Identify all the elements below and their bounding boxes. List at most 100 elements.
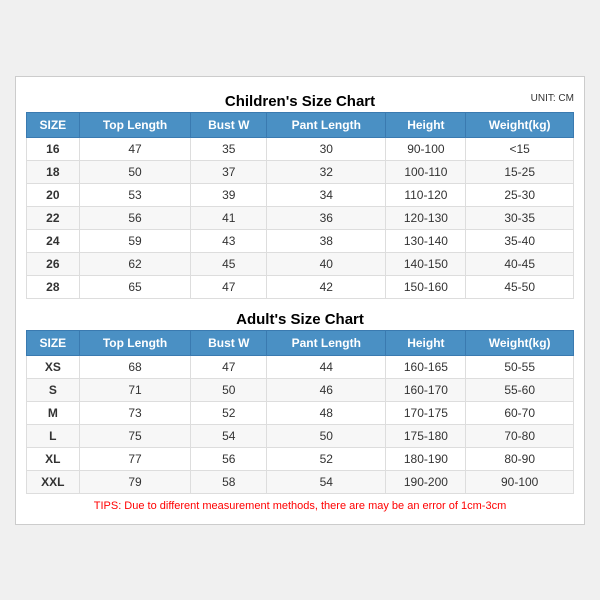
table-cell: 54	[267, 470, 386, 493]
table-cell: 34	[267, 183, 386, 206]
table-cell: 160-170	[386, 378, 466, 401]
table-cell: 58	[191, 470, 267, 493]
chart-container: Children's Size Chart UNIT: CM SIZE Top …	[15, 76, 585, 525]
table-cell: 50-55	[466, 355, 574, 378]
table-cell: 55-60	[466, 378, 574, 401]
table-cell: 44	[267, 355, 386, 378]
table-cell: 62	[79, 252, 191, 275]
table-cell: 77	[79, 447, 191, 470]
children-title: Children's Size Chart	[225, 93, 375, 110]
table-row: XS684744160-16550-55	[27, 355, 574, 378]
table-row: 26624540140-15040-45	[27, 252, 574, 275]
table-row: 20533934110-12025-30	[27, 183, 574, 206]
children-col-pant-length: Pant Length	[267, 112, 386, 137]
table-cell: 45-50	[466, 275, 574, 298]
table-row: XXL795854190-20090-100	[27, 470, 574, 493]
table-cell: 46	[267, 378, 386, 401]
table-cell: 18	[27, 160, 80, 183]
table-cell: 52	[267, 447, 386, 470]
table-cell: XL	[27, 447, 80, 470]
table-cell: 35	[191, 137, 267, 160]
table-cell: 170-175	[386, 401, 466, 424]
table-cell: 32	[267, 160, 386, 183]
table-cell: 45	[191, 252, 267, 275]
table-cell: 190-200	[386, 470, 466, 493]
children-col-height: Height	[386, 112, 466, 137]
adult-section-title: Adult's Size Chart	[26, 305, 574, 330]
table-cell: 150-160	[386, 275, 466, 298]
table-cell: 90-100	[386, 137, 466, 160]
table-row: L755450175-18070-80	[27, 424, 574, 447]
table-cell: 130-140	[386, 229, 466, 252]
table-cell: 24	[27, 229, 80, 252]
adult-table: SIZE Top Length Bust W Pant Length Heigh…	[26, 330, 574, 494]
table-cell: 52	[191, 401, 267, 424]
table-cell: 50	[267, 424, 386, 447]
table-cell: 50	[191, 378, 267, 401]
table-cell: 30-35	[466, 206, 574, 229]
table-cell: 35-40	[466, 229, 574, 252]
table-cell: 175-180	[386, 424, 466, 447]
table-cell: 47	[191, 275, 267, 298]
adult-header-row: SIZE Top Length Bust W Pant Length Heigh…	[27, 330, 574, 355]
table-row: 1647353090-100<15	[27, 137, 574, 160]
adult-col-pant-length: Pant Length	[267, 330, 386, 355]
table-cell: 56	[79, 206, 191, 229]
table-cell: 56	[191, 447, 267, 470]
table-cell: 70-80	[466, 424, 574, 447]
table-cell: 40-45	[466, 252, 574, 275]
table-cell: 20	[27, 183, 80, 206]
table-cell: 38	[267, 229, 386, 252]
adult-col-bust-w: Bust W	[191, 330, 267, 355]
table-cell: 75	[79, 424, 191, 447]
table-row: 28654742150-16045-50	[27, 275, 574, 298]
table-cell: 16	[27, 137, 80, 160]
table-cell: 47	[79, 137, 191, 160]
table-cell: 22	[27, 206, 80, 229]
table-cell: 120-130	[386, 206, 466, 229]
adult-col-height: Height	[386, 330, 466, 355]
table-row: S715046160-17055-60	[27, 378, 574, 401]
table-cell: 71	[79, 378, 191, 401]
table-cell: 25-30	[466, 183, 574, 206]
table-cell: 54	[191, 424, 267, 447]
table-cell: 40	[267, 252, 386, 275]
adult-col-size: SIZE	[27, 330, 80, 355]
tips-text: TIPS: Due to different measurement metho…	[26, 494, 574, 514]
table-cell: 43	[191, 229, 267, 252]
table-cell: 48	[267, 401, 386, 424]
table-cell: 53	[79, 183, 191, 206]
table-cell: 59	[79, 229, 191, 252]
table-cell: 80-90	[466, 447, 574, 470]
table-cell: 68	[79, 355, 191, 378]
table-cell: 110-120	[386, 183, 466, 206]
table-cell: 90-100	[466, 470, 574, 493]
table-row: XL775652180-19080-90	[27, 447, 574, 470]
table-cell: 50	[79, 160, 191, 183]
table-row: M735248170-17560-70	[27, 401, 574, 424]
table-row: 22564136120-13030-35	[27, 206, 574, 229]
table-cell: 100-110	[386, 160, 466, 183]
table-cell: M	[27, 401, 80, 424]
table-row: 18503732100-11015-25	[27, 160, 574, 183]
table-cell: 140-150	[386, 252, 466, 275]
children-section-title: Children's Size Chart UNIT: CM	[26, 87, 574, 112]
table-cell: XS	[27, 355, 80, 378]
adult-title: Adult's Size Chart	[236, 311, 364, 328]
table-cell: 180-190	[386, 447, 466, 470]
children-table: SIZE Top Length Bust W Pant Length Heigh…	[26, 112, 574, 299]
table-cell: <15	[466, 137, 574, 160]
table-cell: 30	[267, 137, 386, 160]
children-header-row: SIZE Top Length Bust W Pant Length Heigh…	[27, 112, 574, 137]
children-col-weight: Weight(kg)	[466, 112, 574, 137]
table-cell: 37	[191, 160, 267, 183]
table-cell: 60-70	[466, 401, 574, 424]
children-col-size: SIZE	[27, 112, 80, 137]
table-row: 24594338130-14035-40	[27, 229, 574, 252]
table-cell: 42	[267, 275, 386, 298]
unit-label: UNIT: CM	[531, 93, 574, 104]
table-cell: 160-165	[386, 355, 466, 378]
adult-col-weight: Weight(kg)	[466, 330, 574, 355]
table-cell: 47	[191, 355, 267, 378]
table-cell: 39	[191, 183, 267, 206]
